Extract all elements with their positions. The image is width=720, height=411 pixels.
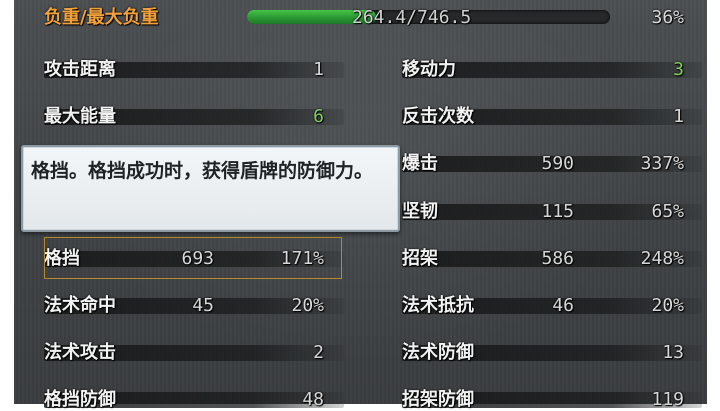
stat-percent-toughness: 65%: [651, 201, 684, 222]
stat-value-parry-defense: 119: [651, 389, 684, 410]
tooltip-text: 格挡。格挡成功时，获得盾牌的防御力。: [31, 160, 374, 182]
stat-label-crit: 爆击: [402, 153, 438, 174]
block-row-highlight[interactable]: [44, 237, 342, 279]
stat-value-toughness: 115: [541, 201, 574, 222]
stat-value-attack-range: 1: [313, 59, 324, 80]
stat-label-max-energy: 最大能量: [44, 106, 116, 127]
weight-label: 负重/最大负重: [44, 7, 159, 28]
stat-value-block-defense: 48: [302, 389, 324, 410]
stat-value-counter-count: 1: [673, 106, 684, 127]
stat-percent-spell-resist: 20%: [651, 295, 684, 316]
stat-label-spell-defense: 法术防御: [402, 342, 474, 363]
stat-label-attack-range: 攻击距离: [44, 59, 116, 80]
stat-value-spell-resist: 46: [552, 295, 574, 316]
stat-label-spell-resist: 法术抵抗: [402, 295, 474, 316]
stat-percent-parry: 248%: [640, 248, 684, 269]
stat-value-movement: 3: [673, 59, 684, 80]
stat-label-toughness: 坚韧: [402, 201, 438, 222]
stat-label-parry: 招架: [402, 248, 438, 269]
stat-percent-crit: 337%: [640, 153, 684, 174]
stat-label-spell-attack: 法术攻击: [44, 342, 116, 363]
weight-percent: 36%: [651, 7, 684, 28]
stat-percent-spell-hit: 20%: [291, 295, 324, 316]
stat-label-spell-hit: 法术命中: [44, 295, 116, 316]
stat-value-spell-attack: 2: [313, 342, 324, 363]
stat-label-movement: 移动力: [402, 59, 456, 80]
stat-value-spell-defense: 13: [662, 342, 684, 363]
weight-value: 264.4/746.5: [352, 7, 472, 28]
stat-label-counter-count: 反击次数: [402, 106, 474, 127]
stat-value-crit: 590: [541, 153, 574, 174]
stat-label-parry-defense: 招架防御: [402, 389, 474, 410]
stat-value-parry: 586: [541, 248, 574, 269]
stat-value-spell-hit: 45: [192, 295, 214, 316]
block-tooltip: 格挡。格挡成功时，获得盾牌的防御力。: [21, 145, 400, 232]
stat-value-max-energy: 6: [313, 106, 324, 127]
stat-label-block-defense: 格挡防御: [44, 389, 116, 410]
